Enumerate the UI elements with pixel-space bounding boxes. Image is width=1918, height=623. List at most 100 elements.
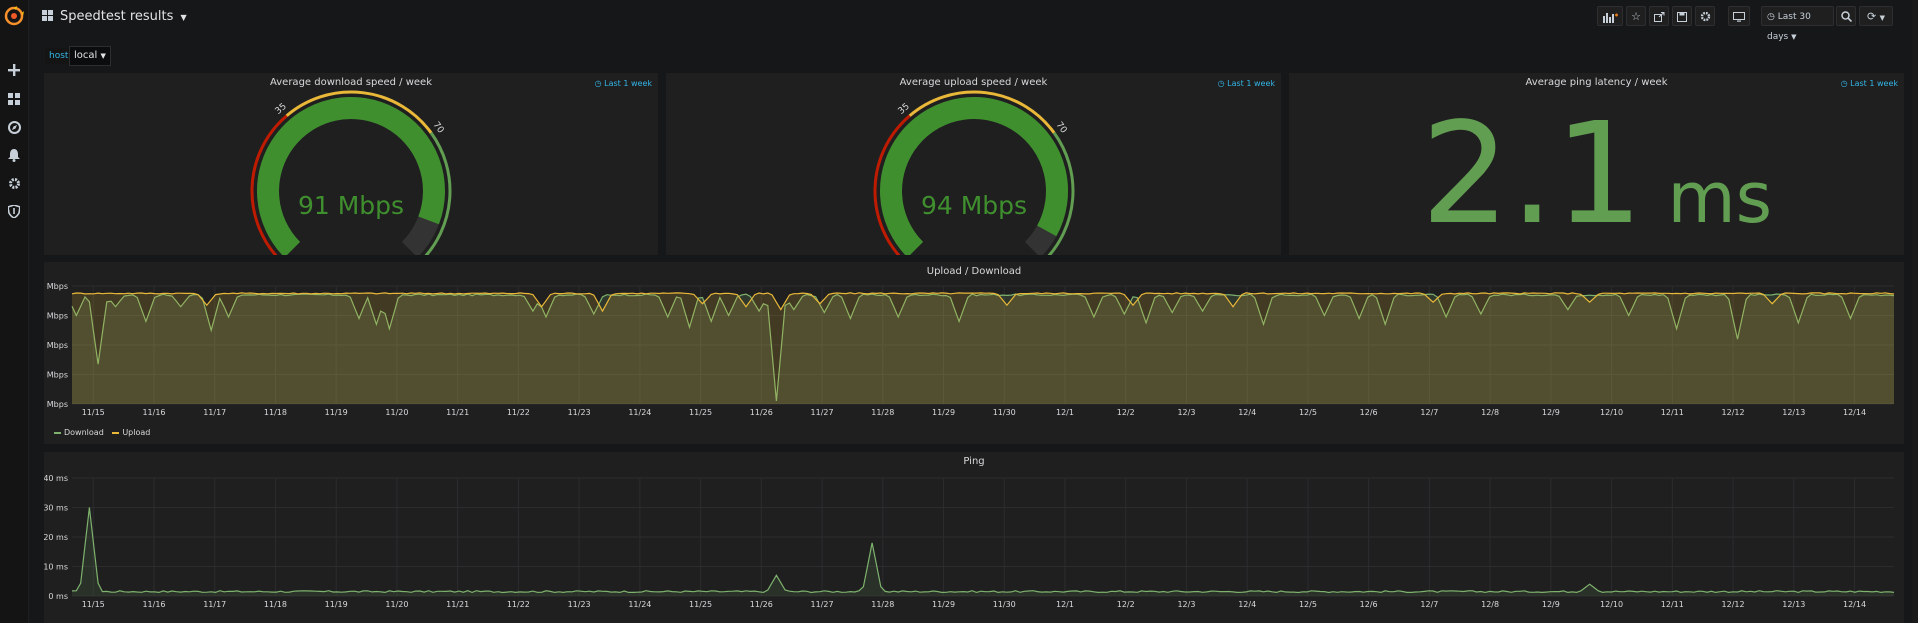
graph-x-tick-label: 11/19 — [325, 408, 348, 417]
refresh-button[interactable]: ⟳ ▼ — [1859, 6, 1893, 26]
graph-x-tick-label: 12/10 — [1600, 600, 1623, 609]
graph-x-tick-label: 12/12 — [1722, 600, 1745, 609]
graph-x-tick-label: 12/11 — [1661, 408, 1684, 417]
graph-x-tick-label: 12/7 — [1420, 600, 1438, 609]
graph-x-tick-label: 11/25 — [689, 600, 712, 609]
star-icon: ☆ — [1631, 10, 1641, 23]
graph-x-tick-label: 12/9 — [1542, 600, 1560, 609]
zoom-out-button[interactable] — [1836, 6, 1856, 26]
graph-x-tick-label: 11/30 — [993, 600, 1016, 609]
plus-icon[interactable] — [6, 64, 22, 80]
graph-x-tick-label: 12/3 — [1177, 408, 1195, 417]
gauge-value-arc — [257, 97, 445, 255]
graph-x-tick-label: 11/26 — [750, 408, 773, 417]
graph-x-tick-label: 12/2 — [1117, 600, 1135, 609]
star-button[interactable]: ☆ — [1626, 6, 1646, 26]
graph-x-tick-label: 11/25 — [689, 408, 712, 417]
graph-area-ping — [72, 507, 1894, 596]
graph-x-tick-label: 12/12 — [1722, 408, 1745, 417]
explore-icon[interactable] — [6, 121, 22, 137]
graph-x-tick-label: 12/14 — [1843, 600, 1866, 609]
zoom-out-icon — [1840, 11, 1852, 23]
tv-mode-button[interactable] — [1728, 6, 1750, 26]
graph-x-tick-label: 12/5 — [1299, 408, 1317, 417]
graph-x-tick-label: 11/21 — [446, 408, 469, 417]
panel-title[interactable]: Upload / Download — [44, 266, 1904, 277]
graph-x-tick-label: 11/28 — [871, 408, 894, 417]
graph-area-upload — [72, 292, 1894, 404]
dashboards-icon[interactable] — [6, 93, 22, 109]
graph-y-tick-label: 10 ms — [44, 563, 68, 572]
updown-graph: 20 Mbps 40 Mbps 60 Mbps 80 Mbps 100 Mbps 11/1… — [44, 282, 1895, 417]
graph-x-tick-label: 11/29 — [932, 600, 955, 609]
graph-x-tick-label: 12/9 — [1542, 408, 1560, 417]
settings-gear-icon — [1700, 11, 1710, 22]
save-button[interactable] — [1672, 6, 1692, 26]
legend-item-download[interactable]: Download — [54, 428, 104, 437]
graph-x-tick-label: 12/11 — [1661, 600, 1684, 609]
legend-item-upload[interactable]: Upload — [112, 428, 150, 437]
graph-x-tick-label: 11/27 — [811, 600, 834, 609]
settings-button[interactable] — [1695, 6, 1715, 26]
caret-down-icon: ▼ — [100, 52, 106, 60]
legend-label: Upload — [122, 428, 151, 437]
gauge-value-text: 94 Mbps — [921, 191, 1027, 220]
upload-gauge-panel: Average upload speed / week ◷ Last 1 wee… — [666, 73, 1281, 255]
graph-x-tick-label: 11/27 — [811, 408, 834, 417]
graph-x-tick-label: 11/16 — [142, 408, 165, 417]
clock-icon: ◷ — [1767, 12, 1775, 22]
alerting-bell-icon[interactable] — [6, 149, 22, 165]
legend-label: Download — [64, 428, 104, 437]
gauge-value-text: 91 Mbps — [298, 191, 404, 220]
graph-y-tick-label: 20 ms — [44, 533, 68, 542]
graph-x-tick-label: 12/4 — [1238, 408, 1256, 417]
gear-icon[interactable] — [6, 177, 22, 193]
ping-graph: 0 ms 10 ms 20 ms 30 ms 40 ms 11/15 11/16 11/17 1… — [44, 474, 1895, 609]
time-picker-button[interactable]: ◷ Last 30 days ▼ — [1761, 6, 1834, 42]
graph-x-tick-label: 11/24 — [628, 408, 651, 417]
variable-host-value: local — [74, 50, 98, 61]
caret-down-icon: ▼ — [180, 13, 187, 22]
graph-x-tick-label: 11/15 — [82, 408, 105, 417]
graph-x-tick-label: 12/14 — [1843, 408, 1866, 417]
graph-y-tick-label: 80 Mbps — [44, 312, 68, 321]
side-menu — [0, 0, 29, 623]
ping-graph-panel: Ping 0 ms 10 ms 20 ms 30 ms 40 ms 11/15 11/16 1… — [44, 452, 1904, 623]
graph-x-tick-label: 12/4 — [1238, 600, 1256, 609]
dashboard-title[interactable]: Speedtest results ▼ — [60, 9, 187, 24]
dashboard-grid-icon — [42, 10, 53, 21]
graph-x-tick-label: 12/8 — [1481, 600, 1499, 609]
graph-x-tick-label: 12/5 — [1299, 600, 1317, 609]
graph-y-tick-label: 40 ms — [44, 474, 68, 483]
graph-x-tick-label: 12/13 — [1782, 600, 1805, 609]
tv-mode-icon — [1733, 12, 1745, 22]
graph-series-line-ping — [71, 507, 1895, 594]
graph-x-tick-label: 11/30 — [993, 408, 1016, 417]
graph-x-tick-label: 12/6 — [1360, 600, 1378, 609]
grafana-logo-icon[interactable] — [4, 6, 24, 26]
graph-y-tick-label: 20 Mbps — [44, 400, 68, 409]
download-gauge: 0357010091 Mbps — [250, 90, 452, 255]
graph-x-tick-label: 11/16 — [142, 600, 165, 609]
scrollbar[interactable] — [1912, 0, 1918, 623]
dashboard-title-text: Speedtest results — [60, 9, 174, 24]
graph-x-tick-label: 11/23 — [568, 408, 591, 417]
share-icon — [1653, 12, 1664, 22]
shield-icon[interactable] — [6, 204, 22, 221]
add-panel-icon — [1603, 13, 1618, 23]
graph-legend: Download Upload — [54, 428, 150, 437]
graph-y-tick-label: 30 ms — [44, 504, 68, 513]
download-gauge-panel: Average download speed / week ◷ Last 1 w… — [44, 73, 658, 255]
caret-down-icon: ▼ — [1879, 14, 1886, 22]
graph-y-tick-label: 100 Mbps — [44, 282, 68, 291]
graph-x-tick-label: 11/17 — [203, 600, 226, 609]
graph-x-tick-label: 11/23 — [568, 600, 591, 609]
share-button[interactable] — [1649, 6, 1669, 26]
add-panel-button[interactable] — [1597, 6, 1623, 26]
graph-x-tick-label: 11/20 — [385, 408, 408, 417]
caret-down-icon: ▼ — [1791, 33, 1797, 41]
panel-title[interactable]: Ping — [44, 456, 1904, 467]
dashboard-navbar: Speedtest results ▼ ☆ ◷ Last 30 days ▼ ⟳… — [28, 0, 1918, 42]
graph-x-tick-label: 11/21 — [446, 600, 469, 609]
variable-host-select[interactable]: local ▼ — [69, 46, 111, 66]
